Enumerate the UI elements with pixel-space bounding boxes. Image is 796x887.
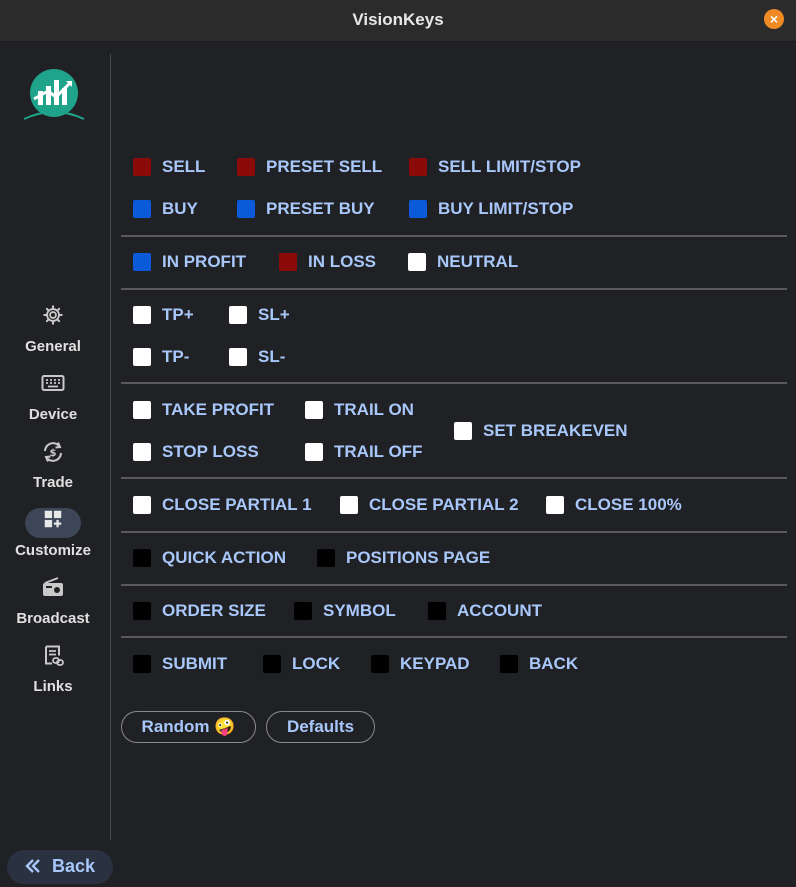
swatch-label: TAKE PROFIT: [162, 400, 275, 419]
color-swatch[interactable]: [500, 655, 518, 673]
color-swatch[interactable]: [546, 496, 564, 514]
swatch-label: PRESET SELL: [266, 157, 383, 176]
customize-panel: SELL PRESET SELL SELL LIMIT/STOP BUY PRE…: [121, 0, 787, 887]
color-swatch[interactable]: [133, 443, 151, 461]
gear-icon: [25, 304, 81, 334]
currency-exchange-icon: $: [25, 440, 81, 470]
swatch-label: TRAIL ON: [334, 400, 414, 419]
swatch-label: SET BREAKEVEN: [483, 421, 628, 440]
back-label: Back: [52, 856, 96, 876]
link-doc-icon: [25, 644, 81, 674]
sidebar: General Device $ Trade Customize Broadca…: [0, 43, 110, 887]
color-swatch[interactable]: [133, 496, 151, 514]
swatch-label: TP-: [162, 347, 190, 366]
color-swatch[interactable]: [229, 348, 247, 366]
defaults-button[interactable]: Defaults: [266, 711, 375, 743]
swatch-label: SL-: [258, 347, 286, 366]
swatch-label: SUBMIT: [162, 654, 228, 673]
swatch-label: BUY LIMIT/STOP: [438, 199, 574, 218]
sidebar-item-broadcast[interactable]: Broadcast: [0, 572, 106, 627]
color-swatch[interactable]: [133, 401, 151, 419]
color-swatch[interactable]: [454, 422, 472, 440]
swatch-label: TRAIL OFF: [334, 442, 423, 461]
sidebar-item-label: Broadcast: [16, 610, 90, 627]
swatch-label: IN PROFIT: [162, 252, 247, 271]
sidebar-item-label: Links: [33, 678, 73, 695]
swatch-label: SL+: [258, 305, 290, 324]
color-swatch[interactable]: [237, 200, 255, 218]
section-divider: [121, 531, 787, 533]
swatch-label: SELL LIMIT/STOP: [438, 157, 581, 176]
sidebar-divider: [110, 54, 111, 840]
color-swatch[interactable]: [133, 306, 151, 324]
sidebar-item-general[interactable]: General: [0, 300, 106, 355]
svg-text:$: $: [50, 448, 57, 459]
swatch-label: CLOSE PARTIAL 1: [162, 495, 312, 514]
swatch-label: IN LOSS: [308, 252, 377, 271]
double-chevron-left-icon: [25, 859, 40, 873]
vision-keys-logo: [23, 69, 85, 120]
section-divider: [121, 235, 787, 237]
color-swatch[interactable]: [317, 549, 335, 567]
color-swatch[interactable]: [371, 655, 389, 673]
section-divider: [121, 382, 787, 384]
radio-icon: [25, 576, 81, 606]
sidebar-item-links[interactable]: Links: [0, 640, 106, 695]
sidebar-item-label: Customize: [15, 542, 91, 559]
color-swatch[interactable]: [133, 602, 151, 620]
swatch-label: POSITIONS PAGE: [346, 548, 491, 567]
color-swatch[interactable]: [305, 401, 323, 419]
color-swatch[interactable]: [133, 200, 151, 218]
section-divider: [121, 636, 787, 638]
random-button[interactable]: Random 🤪: [121, 711, 256, 743]
color-swatch[interactable]: [409, 158, 427, 176]
swatch-label: KEYPAD: [400, 654, 470, 673]
color-swatch[interactable]: [305, 443, 323, 461]
back-button[interactable]: Back: [7, 850, 113, 884]
color-swatch[interactable]: [133, 655, 151, 673]
sidebar-item-customize[interactable]: Customize: [0, 504, 106, 559]
keyboard-icon: [25, 372, 81, 402]
swatch-label: SELL: [162, 157, 206, 176]
section-divider: [121, 477, 787, 479]
dashboard-add-icon: [25, 508, 81, 538]
swatch-label: QUICK ACTION: [162, 548, 287, 567]
color-swatch[interactable]: [263, 655, 281, 673]
swatch-label: PRESET BUY: [266, 199, 375, 218]
swatch-label: ORDER SIZE: [162, 601, 266, 620]
swatch-label: BACK: [529, 654, 579, 673]
swatch-label: BUY: [162, 199, 198, 218]
sidebar-item-label: Trade: [32, 474, 74, 491]
color-swatch[interactable]: [133, 348, 151, 366]
color-swatch[interactable]: [237, 158, 255, 176]
sidebar-item-trade[interactable]: $ Trade: [0, 436, 106, 491]
color-swatch[interactable]: [279, 253, 297, 271]
sidebar-item-label: General: [25, 338, 81, 355]
swatch-label: CLOSE 100%: [575, 495, 682, 514]
section-divider: [121, 584, 787, 586]
color-swatch[interactable]: [340, 496, 358, 514]
swatch-label: STOP LOSS: [162, 442, 259, 461]
sidebar-item-device[interactable]: Device: [0, 368, 106, 423]
section-divider: [121, 288, 787, 290]
color-swatch[interactable]: [409, 200, 427, 218]
sidebar-item-label: Device: [28, 406, 78, 423]
swatch-label: TP+: [162, 305, 194, 324]
swatch-label: CLOSE PARTIAL 2: [369, 495, 519, 514]
color-swatch[interactable]: [133, 158, 151, 176]
color-swatch[interactable]: [408, 253, 426, 271]
swatch-label: ACCOUNT: [457, 601, 542, 620]
swatch-label: SYMBOL: [323, 601, 396, 620]
color-swatch[interactable]: [229, 306, 247, 324]
swatch-label: NEUTRAL: [437, 252, 519, 271]
color-swatch[interactable]: [294, 602, 312, 620]
swatch-label: LOCK: [292, 654, 341, 673]
color-swatch[interactable]: [133, 253, 151, 271]
color-swatch[interactable]: [133, 549, 151, 567]
color-swatch[interactable]: [428, 602, 446, 620]
